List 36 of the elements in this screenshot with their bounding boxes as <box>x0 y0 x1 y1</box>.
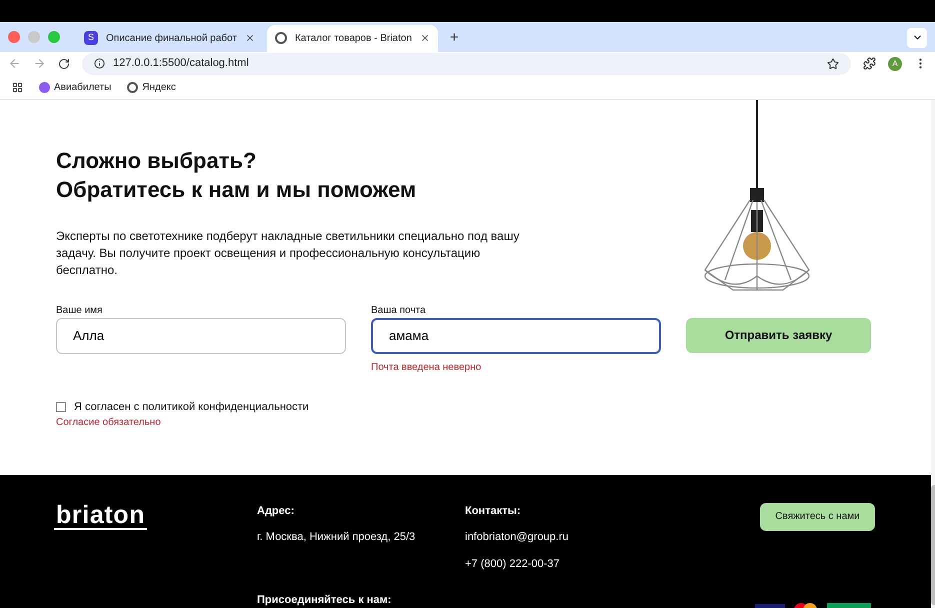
tab-title: Каталог товаров - Briaton <box>294 32 412 46</box>
footer-heading: Адрес: <box>257 504 296 518</box>
consent-label: Я согласен с политикой конфиденциальности <box>74 400 309 414</box>
tab-list-button[interactable] <box>907 28 927 48</box>
address-bar[interactable]: 127.0.0.1:5500/catalog.html <box>82 52 851 75</box>
footer-text: infobriaton@group.ru <box>465 530 570 545</box>
input-field[interactable]: Алла <box>56 318 346 354</box>
bookmark-star-icon[interactable] <box>827 58 839 70</box>
bookmark-link[interactable]: Авиабилеты <box>39 80 112 95</box>
info-icon[interactable] <box>94 58 105 70</box>
contact-button[interactable]: Свяжитесь с нами <box>760 502 875 530</box>
footer-text: г. Москва, Нижний проезд, 25/3 <box>257 530 416 545</box>
footer-heading: Присоединяйтесь к нам: <box>257 592 392 608</box>
close-tab-icon[interactable] <box>244 33 255 44</box>
error-message: Согласие обязательно <box>56 416 162 430</box>
input-field[interactable]: амама <box>371 318 661 354</box>
field-label: Ваша почта <box>371 304 427 316</box>
brand-logo: briaton <box>56 502 146 526</box>
apps-grid-icon[interactable] <box>12 82 23 93</box>
section-heading: Сложно выбрать? Обратитесь к нам и мы поможем <box>56 146 418 204</box>
tab-favicon: S <box>84 31 98 46</box>
new-tab-button[interactable]: + <box>442 24 467 52</box>
reload-icon[interactable] <box>58 58 70 70</box>
extensions-icon[interactable] <box>863 57 876 70</box>
tab-title: Описание финальной работ <box>106 32 237 46</box>
browser-tab[interactable]: S Описание финальной работ <box>76 24 263 52</box>
error-message: Почта введена неверно <box>371 360 482 374</box>
bookmark-link[interactable]: Яндекс <box>127 80 176 95</box>
footer-text: +7 (800) 222-00-37 <box>465 556 560 572</box>
submit-button[interactable]: Отправить заявку <box>686 318 871 352</box>
field-label: Ваше имя <box>56 304 104 316</box>
footer-heading: Контакты: <box>465 504 522 518</box>
browser-tab[interactable]: Каталог товаров - Briaton <box>266 24 438 52</box>
consent-checkbox[interactable] <box>56 402 66 412</box>
close-tab-icon[interactable] <box>420 33 430 44</box>
section-description: Эксперты по светотехнике подберут накладные светильники специально под вашу задачу. Вы получите проект освещения и профессиональную консультацию бесплатно. <box>56 228 520 278</box>
